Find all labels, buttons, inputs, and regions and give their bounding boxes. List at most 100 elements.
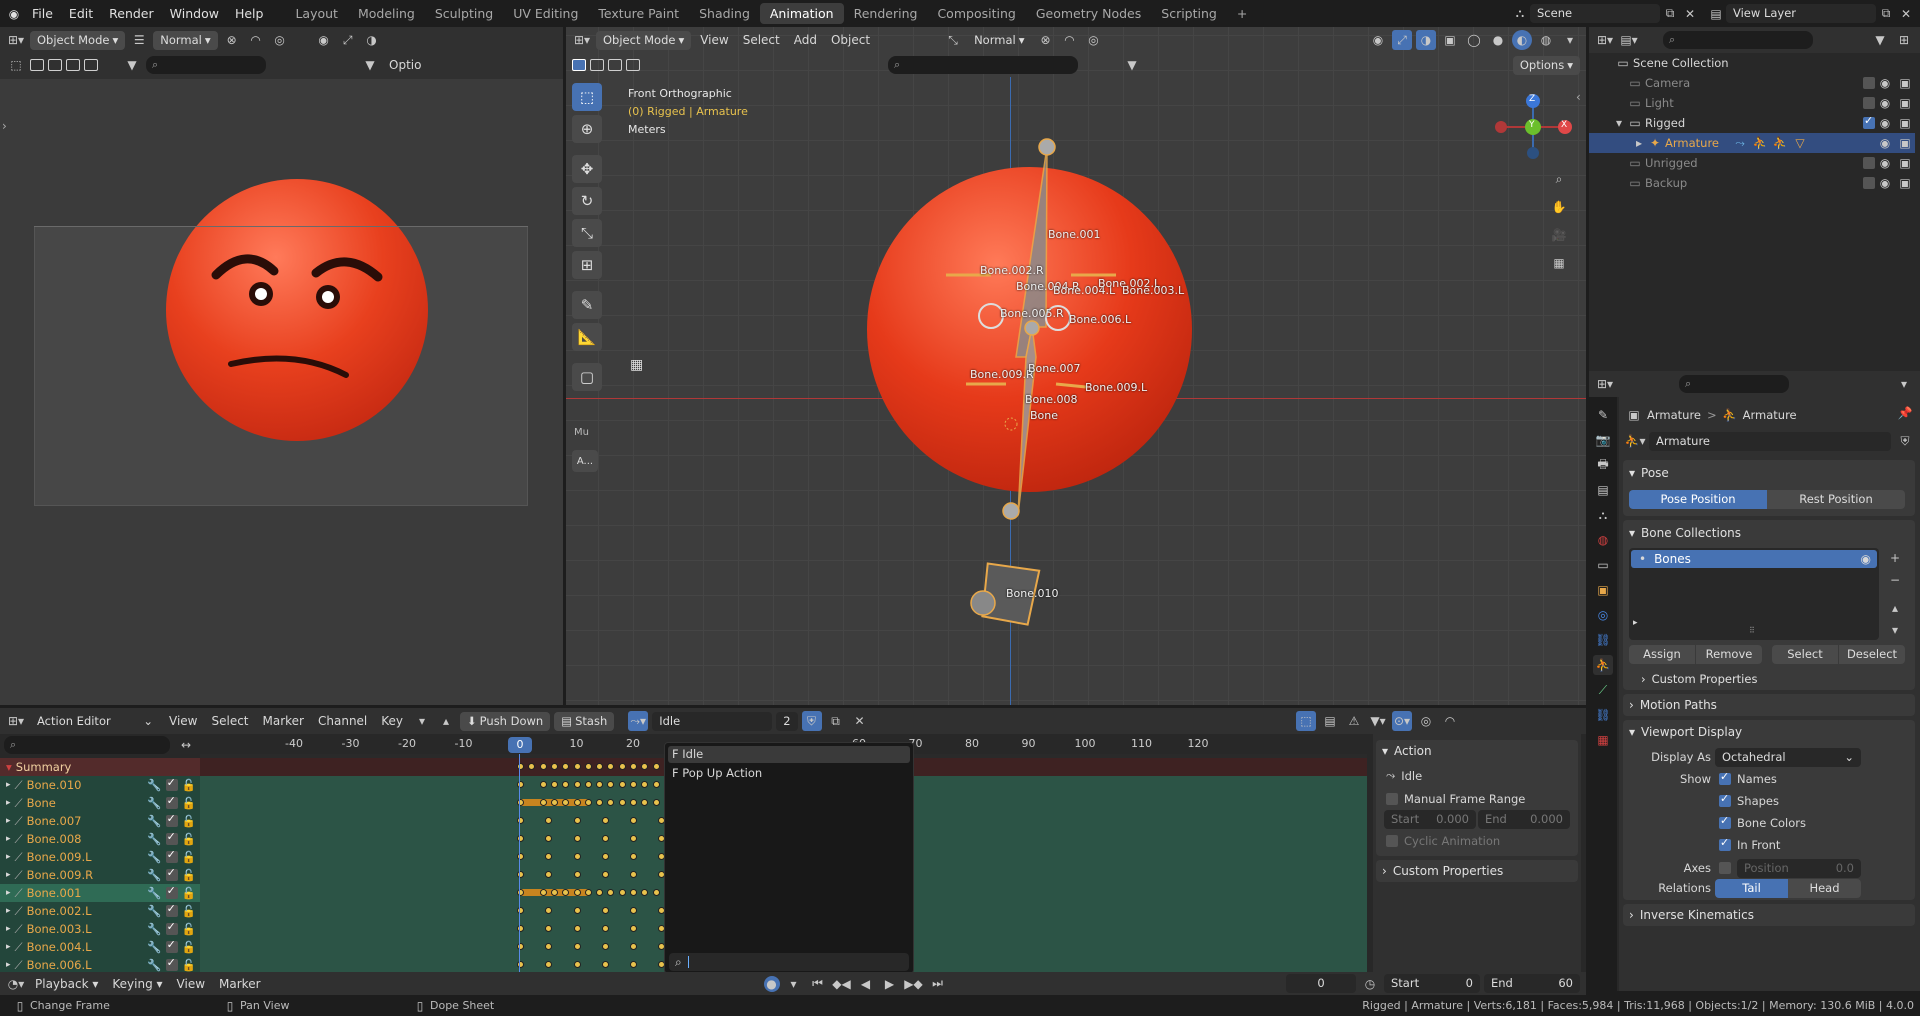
keyframe[interactable] bbox=[601, 871, 609, 878]
world-tab-icon[interactable]: ◍ bbox=[1593, 530, 1613, 550]
render-camera-icon[interactable]: ▣ bbox=[1895, 93, 1915, 113]
exclude-checkbox[interactable] bbox=[1863, 97, 1875, 109]
exclude-checkbox[interactable] bbox=[1863, 114, 1875, 129]
left-expand-arrow[interactable]: › bbox=[2, 119, 7, 133]
bone-collection-item[interactable]: • Bones ◉ bbox=[1631, 550, 1877, 568]
camera-viewport[interactable]: › bbox=[0, 79, 563, 705]
add-workspace-button[interactable]: + bbox=[1227, 3, 1257, 24]
channel-checkbox[interactable] bbox=[165, 884, 178, 899]
action-dropdown-search[interactable]: ⌕ bbox=[669, 953, 909, 971]
eye-icon[interactable]: ◉ bbox=[1875, 113, 1895, 133]
keyframe[interactable] bbox=[630, 817, 637, 824]
select-mode-new-icon[interactable] bbox=[30, 59, 44, 71]
keyframe[interactable] bbox=[601, 853, 609, 860]
texture-tab-icon[interactable]: ▦ bbox=[1593, 730, 1613, 750]
new-action-icon[interactable]: ⧉ bbox=[826, 711, 846, 731]
proportional-icon[interactable]: ◎ bbox=[270, 30, 290, 50]
bone-tab-icon[interactable]: ⟋ bbox=[1593, 680, 1613, 700]
wrench-icon[interactable]: 🔧 bbox=[147, 832, 161, 846]
channel-checkbox[interactable] bbox=[165, 794, 178, 809]
keyframe[interactable] bbox=[573, 799, 581, 806]
keyframe[interactable] bbox=[601, 943, 609, 950]
lock-icon[interactable]: 🔓 bbox=[182, 814, 196, 828]
keyframe[interactable] bbox=[550, 799, 558, 806]
lock-icon[interactable]: 🔓 bbox=[182, 958, 196, 972]
tab-compositing[interactable]: Compositing bbox=[927, 3, 1025, 24]
armature-name-field[interactable]: Armature bbox=[1649, 431, 1891, 451]
outliner-item-unrigged[interactable]: ▭ Unrigged ◉ ▣ bbox=[1589, 153, 1915, 173]
wrench-icon[interactable]: 🔧 bbox=[147, 958, 161, 972]
keyframe[interactable] bbox=[652, 889, 660, 896]
outliner-item-camera[interactable]: ▭ Camera ◉ ▣ bbox=[1589, 73, 1915, 93]
playhead-indicator[interactable]: 0 bbox=[508, 737, 532, 753]
render-camera-icon[interactable]: ▣ bbox=[1895, 153, 1915, 173]
render-camera-icon[interactable]: ▣ bbox=[1895, 73, 1915, 93]
outliner-item-rigged[interactable]: ▾ ▭ Rigged ◉ ▣ bbox=[1589, 113, 1915, 133]
wrench-icon[interactable]: 🔧 bbox=[147, 796, 161, 810]
timeline-menu-view[interactable]: View bbox=[172, 977, 210, 991]
cyclic-checkbox[interactable] bbox=[1386, 835, 1398, 847]
snapping-icon[interactable]: ⊙▾ bbox=[1392, 711, 1412, 731]
zoom-icon[interactable]: ⌕ bbox=[1549, 169, 1569, 189]
expand-arrow-icon[interactable]: ▸ bbox=[6, 798, 11, 808]
channel-checkbox[interactable] bbox=[165, 812, 178, 827]
editor-type-icon[interactable]: ⊞▾ bbox=[6, 30, 26, 50]
main-viewport[interactable]: ⊞▾ Object Mode ▾ View Select Add Object … bbox=[566, 27, 1586, 705]
fake-user-shield-icon[interactable]: ⛨ bbox=[1895, 431, 1915, 451]
rest-position-button[interactable]: Rest Position bbox=[1767, 490, 1905, 509]
keyframe[interactable] bbox=[630, 961, 637, 968]
assign-button[interactable]: Assign bbox=[1629, 645, 1695, 664]
keyframe[interactable] bbox=[601, 925, 609, 932]
select-mode-intersect-icon[interactable] bbox=[84, 59, 98, 71]
pan-hand-icon[interactable]: ✋ bbox=[1549, 197, 1569, 217]
keyframe[interactable] bbox=[584, 781, 592, 788]
display-as-dropdown[interactable]: Octahedral ⌄ bbox=[1715, 748, 1861, 767]
outliner-item-backup[interactable]: ▭ Backup ◉ ▣ bbox=[1589, 173, 1915, 193]
channel-row[interactable]: ▸⟋Bone 🔧 🔓 bbox=[0, 794, 200, 812]
keyframe[interactable] bbox=[573, 853, 581, 860]
falloff-icon[interactable]: ◠ bbox=[1440, 711, 1460, 731]
action-up-icon[interactable]: ▾ bbox=[412, 711, 432, 731]
tab-uv-editing[interactable]: UV Editing bbox=[503, 3, 588, 24]
timeline-menu-playback[interactable]: Playback ▾ bbox=[30, 977, 103, 991]
channel-checkbox[interactable] bbox=[165, 866, 178, 881]
new-collection-icon[interactable]: ⊞ bbox=[1894, 30, 1914, 50]
eye-icon[interactable]: ◉ bbox=[1875, 133, 1895, 153]
channel-checkbox[interactable] bbox=[165, 848, 178, 863]
select-button[interactable]: Select bbox=[1772, 645, 1838, 664]
expand-arrow-icon[interactable]: ▸ bbox=[6, 780, 11, 790]
keyframe[interactable] bbox=[573, 835, 581, 842]
ae-menu-channel[interactable]: Channel bbox=[313, 714, 372, 728]
keyframe[interactable] bbox=[601, 907, 609, 914]
wrench-icon[interactable]: 🔧 bbox=[147, 940, 161, 954]
action-custom-props[interactable]: › Custom Properties bbox=[1376, 860, 1578, 882]
menu-help[interactable]: Help bbox=[227, 0, 272, 27]
visibility-icon[interactable]: ◉ bbox=[314, 30, 334, 50]
keyframe[interactable] bbox=[550, 889, 558, 896]
eye-icon[interactable]: ◉ bbox=[1875, 153, 1895, 173]
select-mode-extend-icon[interactable] bbox=[48, 59, 62, 71]
channel-checkbox[interactable] bbox=[165, 902, 178, 917]
eye-icon[interactable]: ◉ bbox=[1875, 173, 1895, 193]
keyframe[interactable] bbox=[573, 871, 581, 878]
remove-button[interactable]: Remove bbox=[1696, 645, 1762, 664]
expand-arrow-icon[interactable]: ▸ bbox=[6, 906, 11, 916]
delete-scene-icon[interactable]: ✕ bbox=[1680, 4, 1700, 24]
select-mode-subtract-icon[interactable] bbox=[66, 59, 80, 71]
only-selected-icon[interactable]: ⬚ bbox=[1296, 711, 1316, 731]
keyframe[interactable] bbox=[539, 799, 547, 806]
action-down-icon[interactable]: ▴ bbox=[436, 711, 456, 731]
tab-animation[interactable]: Animation bbox=[759, 3, 844, 24]
ae-menu-key[interactable]: Key bbox=[376, 714, 408, 728]
bone-collection-custom-props[interactable]: › Custom Properties bbox=[1641, 672, 1757, 686]
keyframe[interactable] bbox=[550, 763, 558, 770]
inverse-kinematics-section[interactable]: › Inverse Kinematics bbox=[1623, 904, 1915, 926]
move-down-icon[interactable]: ▾ bbox=[1885, 620, 1905, 640]
keyframe[interactable] bbox=[652, 763, 660, 770]
show-names-checkbox-row[interactable]: Names bbox=[1719, 770, 1777, 786]
filter-funnel-icon[interactable]: ▼ bbox=[360, 55, 380, 75]
lock-icon[interactable]: 🔓 bbox=[182, 850, 196, 864]
keyframe[interactable] bbox=[573, 961, 581, 968]
list-resize-handle[interactable]: ⠿ bbox=[1749, 626, 1755, 635]
tab-sculpting[interactable]: Sculpting bbox=[425, 3, 503, 24]
